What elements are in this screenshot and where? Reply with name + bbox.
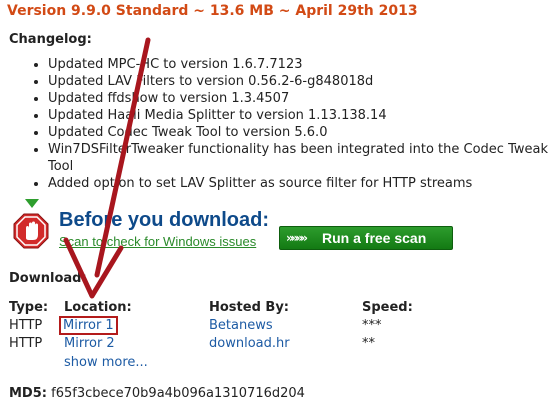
ad-banner[interactable]: Before you download: Scan to check for W… <box>9 199 541 261</box>
run-free-scan-label: Run a free scan <box>322 230 427 246</box>
host-betanews-link[interactable]: Betanews <box>209 318 273 333</box>
changelog-item: Updated LAV Filters to version 0.56.2-6-… <box>48 73 551 90</box>
column-header-speed: Speed: <box>362 300 413 315</box>
chevrons-icon: »»»» <box>286 231 308 245</box>
row2-type: HTTP <box>9 336 43 351</box>
md5-line: MD5: f65f3cbece70b9a4b096a1310716d204 <box>9 386 305 401</box>
changelog-item: Updated ffdshow to version 1.3.4507 <box>48 90 551 107</box>
changelog-item: Added option to set LAV Splitter as sour… <box>48 175 551 192</box>
ad-headline: Before you download: <box>59 209 269 231</box>
md5-value: f65f3cbece70b9a4b096a1310716d204 <box>51 386 305 401</box>
changelog-item: Win7DSFilterTweaker functionality has be… <box>48 141 551 175</box>
md5-label: MD5: <box>9 386 47 401</box>
run-free-scan-button[interactable]: »»»» Run a free scan <box>279 226 453 250</box>
version-title: Version 9.9.0 Standard ~ 13.6 MB ~ April… <box>7 3 418 19</box>
mirror-1-link[interactable]: Mirror 1 <box>59 316 118 335</box>
changelog-item: Updated Haali Media Splitter to version … <box>48 107 551 124</box>
changelog-item: Updated Codec Tweak Tool to version 5.6.… <box>48 124 551 141</box>
row1-speed: *** <box>362 318 382 333</box>
changelog-list: Updated MPC-HC to version 1.6.7.7123 Upd… <box>26 56 551 192</box>
mirror-2-link[interactable]: Mirror 2 <box>64 336 115 351</box>
column-header-type: Type: <box>9 300 49 315</box>
down-arrow-icon <box>25 199 39 208</box>
stop-hand-icon <box>13 213 49 249</box>
column-header-location: Location: <box>64 300 132 315</box>
row1-type: HTTP <box>9 318 43 333</box>
changelog-item: Updated MPC-HC to version 1.6.7.7123 <box>48 56 551 73</box>
column-header-hosted-by: Hosted By: <box>209 300 289 315</box>
show-more-link[interactable]: show more... <box>64 355 148 370</box>
changelog-heading: Changelog: <box>9 32 92 47</box>
row2-speed: ** <box>362 336 375 351</box>
ad-scan-link[interactable]: Scan to check for Windows issues <box>59 234 256 249</box>
download-page: Version 9.9.0 Standard ~ 13.6 MB ~ April… <box>0 0 551 410</box>
host-download-hr-link[interactable]: download.hr <box>209 336 290 351</box>
download-heading: Download: <box>9 271 87 286</box>
